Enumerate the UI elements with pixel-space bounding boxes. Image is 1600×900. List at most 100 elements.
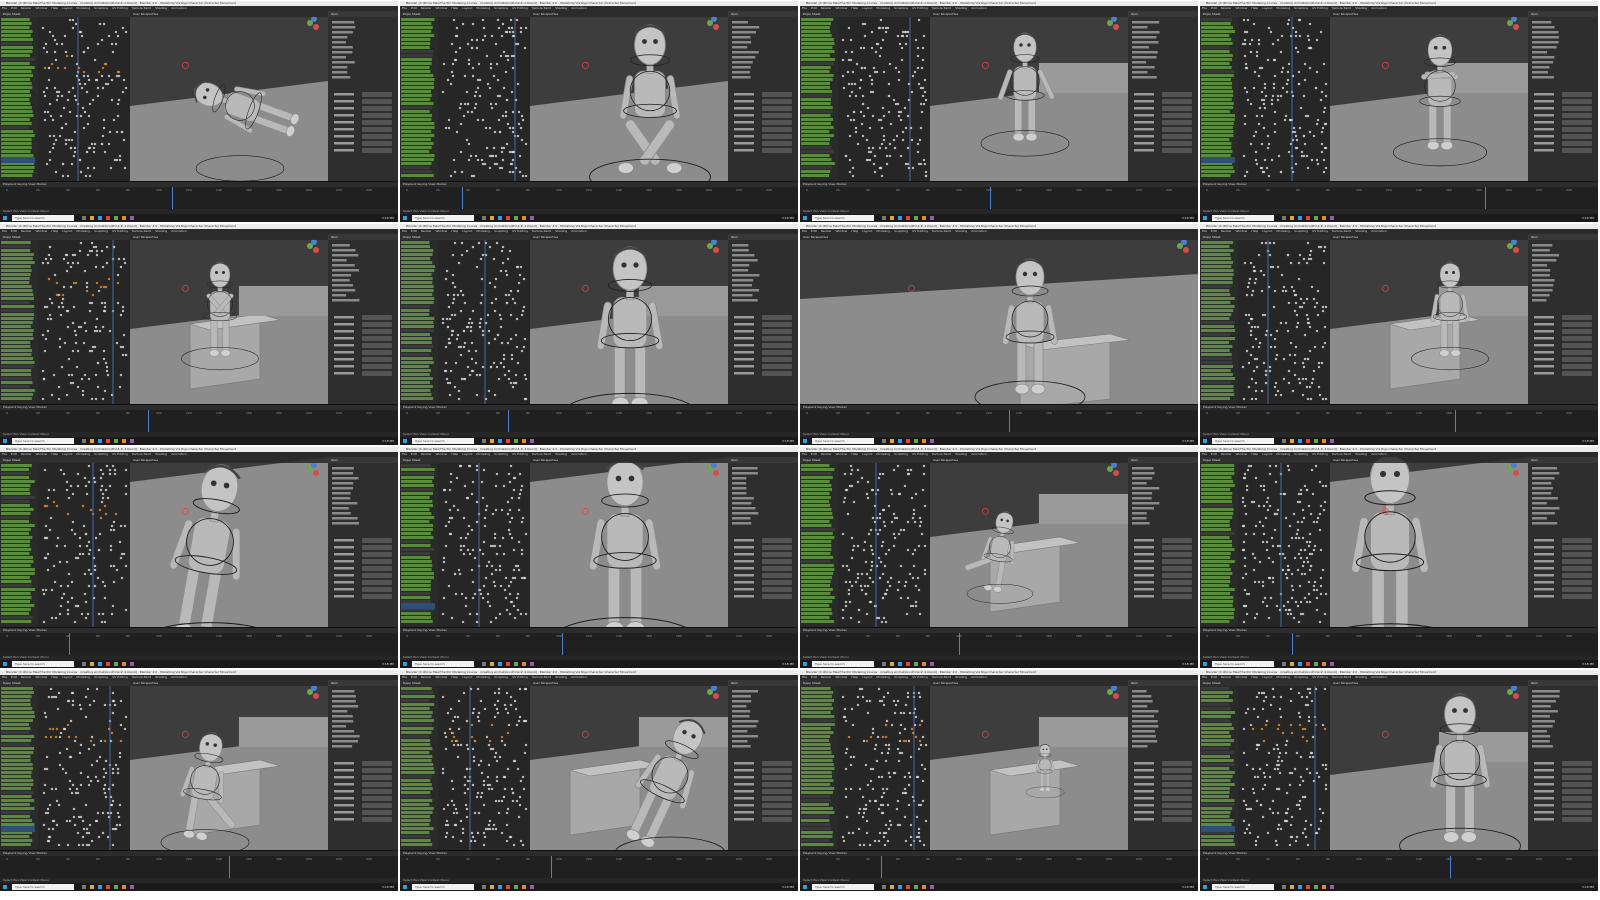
keyframe-diamond[interactable] [93,329,97,333]
keyframe-diamond[interactable] [470,38,474,42]
keyframe-diamond[interactable] [118,803,122,807]
taskbar-search-input[interactable]: Type here to search [412,661,474,667]
keyframe-diamond[interactable] [1324,763,1328,767]
keyframe-diamond[interactable] [1251,289,1255,293]
keyframe-diamond[interactable] [1277,755,1281,759]
channel-row[interactable] [1201,719,1231,722]
keyframe-diamond[interactable] [1318,620,1322,624]
keyframe-diamond[interactable] [507,293,511,297]
keyframe-diamond[interactable] [124,86,128,90]
keyframe-diamond[interactable] [117,257,121,261]
keyframe-diamond[interactable] [1296,50,1300,54]
channel-row[interactable] [801,464,830,467]
keyframe-diamond[interactable] [44,42,48,46]
keyframe-diamond[interactable] [476,118,480,122]
keyframe-diamond[interactable] [913,70,917,74]
keyframe-diamond[interactable] [881,472,885,476]
channel-row[interactable] [801,532,833,535]
outliner-row[interactable] [732,31,757,34]
viewport-scene[interactable] [530,11,728,181]
channel-row[interactable] [1201,241,1234,244]
keyframe-diamond[interactable] [70,528,74,532]
taskbar-app-icon[interactable] [914,216,918,220]
keyframe-diamond[interactable] [1264,723,1268,727]
keyframe-diamond[interactable] [1280,759,1284,763]
outliner-row[interactable] [332,522,359,525]
keyframe-diamond[interactable] [446,78,450,82]
menu-item[interactable]: Layout [462,6,472,10]
outliner-row[interactable] [332,269,360,272]
keyframe-diamond[interactable] [458,572,462,576]
keyframe-diamond[interactable] [856,544,860,548]
keyframe-diamond[interactable] [100,500,104,504]
channel-row[interactable] [1201,552,1231,555]
keyframe-diamond[interactable] [1299,492,1303,496]
menu-item[interactable]: Sculpting [94,229,108,233]
keyframe-diamond[interactable] [1244,711,1248,715]
keyframe-diamond[interactable] [487,389,491,393]
keyframe-diamond[interactable] [921,799,925,803]
keyframe-diamond[interactable] [76,261,80,265]
channel-row[interactable] [801,723,835,726]
outliner-row[interactable] [732,56,756,59]
taskbar-search-input[interactable]: Type here to search [812,661,874,667]
keyframe-diamond[interactable] [492,257,496,261]
keyframe-diamond[interactable] [459,536,463,540]
menu-item[interactable]: Sculpting [1294,452,1308,456]
outliner-row[interactable] [1532,467,1558,470]
outliner-row[interactable] [732,274,760,277]
keyframe-diamond[interactable] [481,496,485,500]
keyframe-diamond[interactable] [450,313,454,317]
taskbar-app-icon[interactable] [898,216,902,220]
channel-row[interactable] [1201,520,1230,523]
channel-row[interactable] [401,468,435,471]
keyframe-diamond[interactable] [1276,98,1280,102]
keyframe-diamond[interactable] [870,78,874,82]
keyframe-diamond[interactable] [898,739,902,743]
keyframe-diamond[interactable] [124,30,128,34]
keyframe-diamond[interactable] [1311,735,1315,739]
keyframe-diamond[interactable] [450,70,454,74]
keyframe-diamond[interactable] [844,751,848,755]
outliner-row[interactable] [332,512,351,515]
keyframe-diamond[interactable] [1301,393,1305,397]
channel-row[interactable] [1,241,31,244]
keyframe-diamond[interactable] [474,90,478,94]
channel-row[interactable] [1201,572,1233,575]
outliner-row[interactable] [332,715,353,718]
channel-row[interactable] [1,106,32,109]
keyframe-diamond[interactable] [1296,568,1300,572]
keyframe-diamond[interactable] [901,130,905,134]
keyframe-diamond[interactable] [1322,249,1326,253]
keyframe-diamond[interactable] [444,544,448,548]
keyframe-diamond[interactable] [449,480,453,484]
keyframe-diamond[interactable] [99,488,103,492]
keyframe-diamond[interactable] [1276,265,1280,269]
keyframe-diamond[interactable] [122,257,126,261]
keyframe-diamond[interactable] [459,548,463,552]
outliner-row[interactable] [732,705,747,708]
property-field[interactable] [1162,768,1192,773]
channel-row[interactable] [401,755,433,758]
outliner-row[interactable] [732,36,751,39]
properties-panel[interactable]: Item [728,234,798,404]
outliner-row[interactable] [332,710,348,713]
keyframe-diamond[interactable] [488,819,492,823]
menu-item[interactable]: Render [21,6,32,10]
keyframe-diamond[interactable] [897,114,901,118]
channel-row[interactable] [401,819,431,822]
keyframe-diamond[interactable] [880,126,884,130]
keyframe-diamond[interactable] [475,265,479,269]
keyframe-diamond[interactable] [917,162,921,166]
keyframe-diamond[interactable] [1268,369,1272,373]
keyframe-diamond[interactable] [95,253,99,257]
keyframe-diamond[interactable] [502,50,506,54]
keyframe-diamond[interactable] [1292,289,1296,293]
keyframe-diamond[interactable] [522,345,526,349]
menu-item[interactable]: File [402,675,407,679]
channel-row[interactable] [1,763,33,766]
channel-row[interactable] [801,747,831,750]
keyframe-area[interactable] [38,240,130,404]
keyframe-diamond[interactable] [1287,544,1291,548]
keyframe-diamond[interactable] [1308,385,1312,389]
